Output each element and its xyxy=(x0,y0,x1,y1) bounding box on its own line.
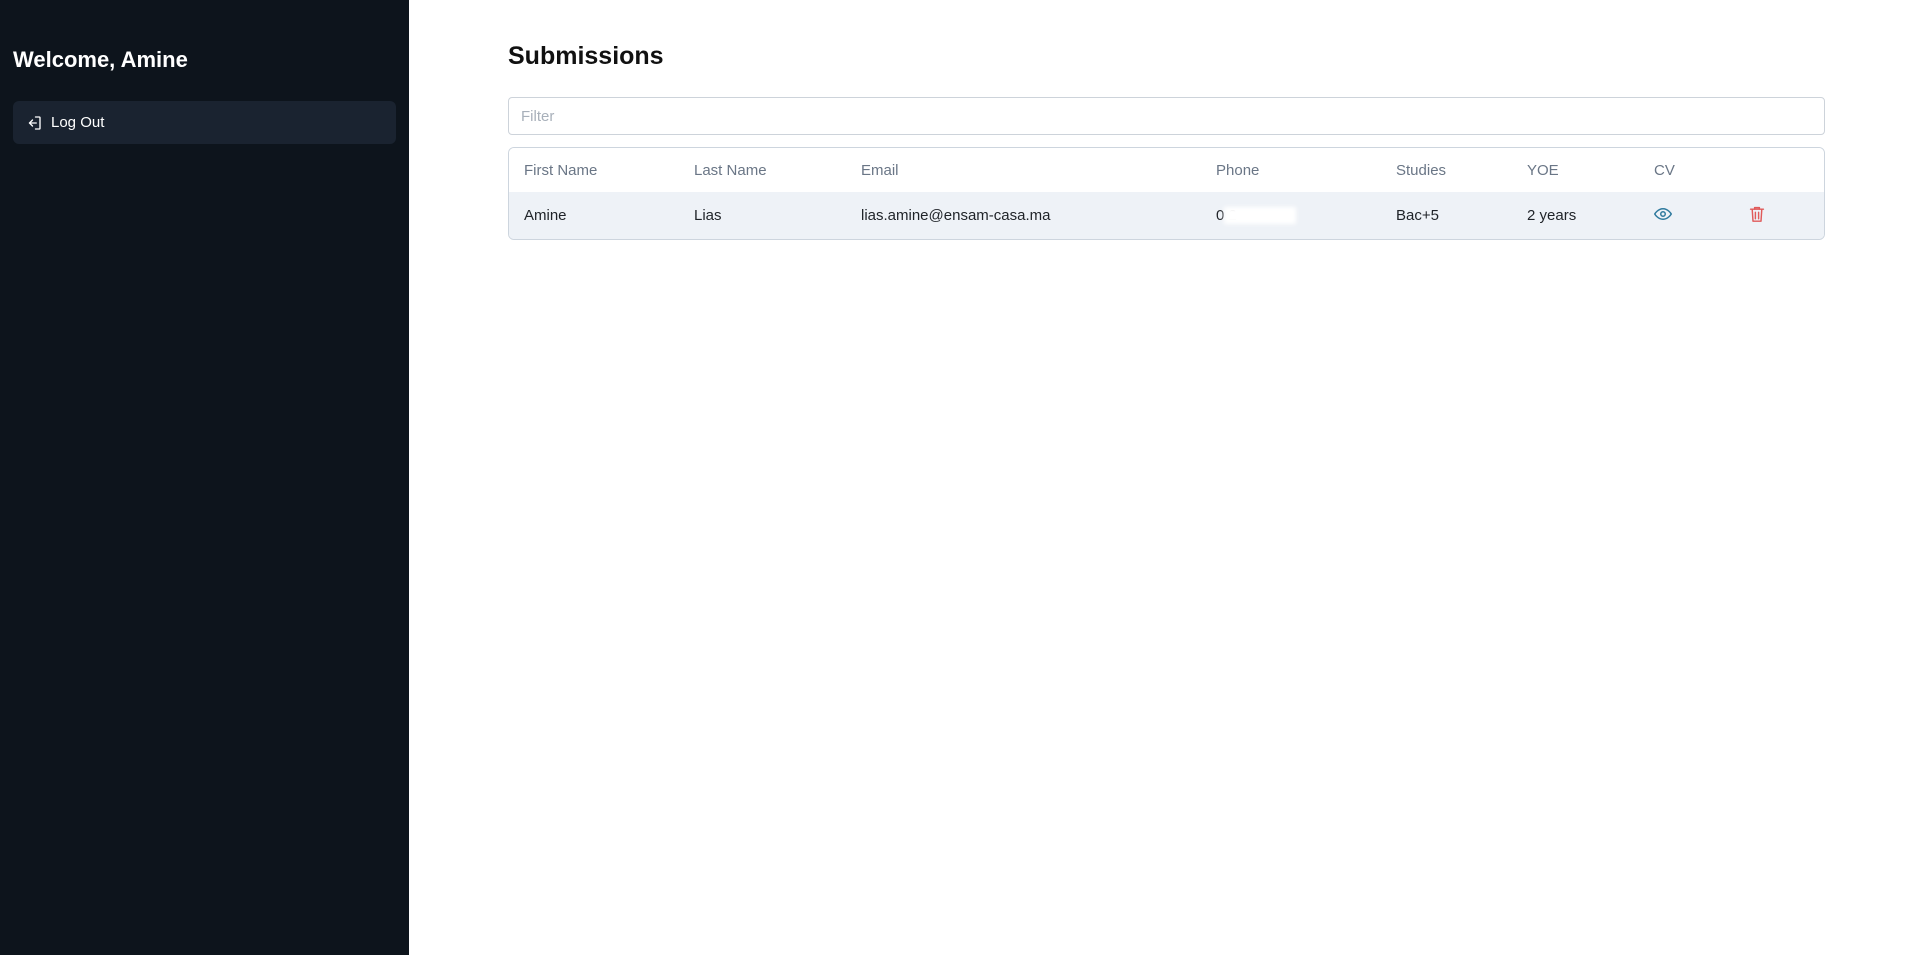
header-yoe: YOE xyxy=(1512,148,1639,192)
header-actions xyxy=(1734,148,1824,192)
header-phone: Phone xyxy=(1201,148,1381,192)
table-row: Amine Lias lias.amine@ensam-casa.ma 0 2 … xyxy=(509,192,1824,239)
filter-input[interactable] xyxy=(508,97,1825,135)
header-last-name: Last Name xyxy=(679,148,846,192)
cell-yoe: 2 years xyxy=(1512,192,1639,239)
cell-email: lias.amine@ensam-casa.ma xyxy=(846,192,1201,239)
header-email: Email xyxy=(846,148,1201,192)
cell-actions xyxy=(1734,192,1824,239)
cell-cv xyxy=(1639,192,1734,239)
cell-phone: 0 2 xyxy=(1201,192,1381,239)
log-out-icon xyxy=(25,114,43,132)
page-title: Submissions xyxy=(508,42,664,70)
welcome-title: Welcome, Amine xyxy=(13,47,188,72)
header-studies: Studies xyxy=(1381,148,1512,192)
phone-redaction xyxy=(1224,207,1296,224)
phone-value: 0 2 xyxy=(1216,207,1296,224)
cell-studies: Bac+5 xyxy=(1381,192,1512,239)
sidebar: Welcome, Amine Log Out xyxy=(0,0,409,955)
submissions-table: First Name Last Name Email Phone Studies… xyxy=(508,147,1825,240)
trash-icon[interactable] xyxy=(1749,205,1765,223)
app-root: Welcome, Amine Log Out Submissions First… xyxy=(0,0,1920,955)
table-header-row: First Name Last Name Email Phone Studies… xyxy=(509,148,1824,192)
main-content: Submissions First Name Last Name Email P… xyxy=(409,0,1920,955)
header-cv: CV xyxy=(1639,148,1734,192)
cell-last-name: Lias xyxy=(679,192,846,239)
logout-button[interactable]: Log Out xyxy=(13,101,396,144)
eye-icon[interactable] xyxy=(1654,205,1672,223)
logout-label: Log Out xyxy=(51,114,105,131)
header-first-name: First Name xyxy=(509,148,679,192)
cell-first-name: Amine xyxy=(509,192,679,239)
